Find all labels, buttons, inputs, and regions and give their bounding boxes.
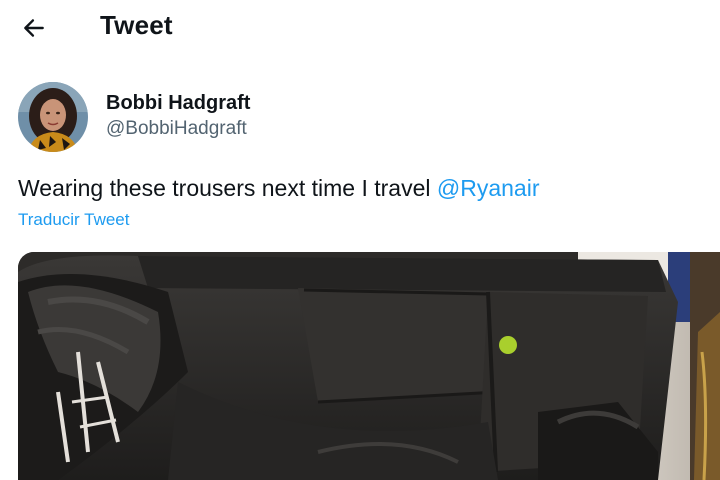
page-title: Tweet	[100, 10, 173, 40]
tweet-text: Wearing these trousers next time I trave…	[18, 172, 539, 204]
arrow-left-icon	[24, 19, 44, 37]
author-display-name[interactable]: Bobbi Hadgraft	[106, 90, 250, 116]
tweet-photo[interactable]	[18, 252, 720, 480]
tweet-body: Wearing these trousers next time I trave…	[18, 175, 437, 201]
tweet-author: Bobbi Hadgraft @BobbiHadgraft	[18, 82, 250, 152]
profile-photo-icon	[18, 82, 88, 152]
mention-link[interactable]: @Ryanair	[437, 175, 540, 201]
photo-black-cargo-trousers-icon	[18, 252, 720, 480]
author-names: Bobbi Hadgraft @BobbiHadgraft	[106, 90, 250, 142]
top-bar: Tweet	[0, 0, 720, 54]
avatar[interactable]	[18, 82, 88, 152]
author-handle[interactable]: @BobbiHadgraft	[106, 116, 250, 142]
translate-tweet-link[interactable]: Traducir Tweet	[18, 210, 130, 230]
back-button[interactable]	[18, 12, 50, 44]
tweet-page: Tweet Bobbi Hadgraft @BobbiHadgraft Wear…	[0, 0, 720, 480]
